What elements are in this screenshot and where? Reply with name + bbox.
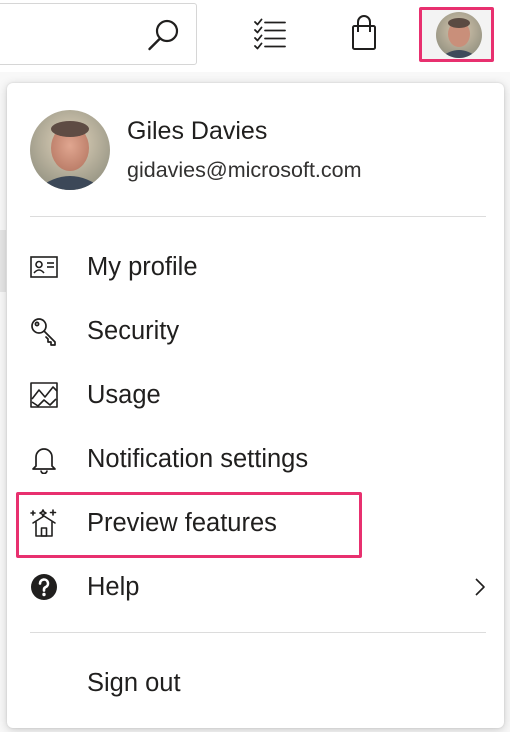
divider: [30, 632, 486, 633]
profile-email: gidavies@microsoft.com: [127, 158, 362, 182]
menu-item-label: Notification settings: [87, 445, 309, 473]
sign-out-button[interactable]: Sign out: [7, 651, 504, 715]
menu-item-notification-settings[interactable]: Notification settings: [7, 427, 504, 491]
background-panel-fragment: [0, 230, 6, 292]
menu-item-label: Usage: [87, 381, 161, 409]
profile-name: Giles Davies: [127, 117, 268, 145]
menu-item-security[interactable]: Security: [7, 299, 504, 363]
divider: [30, 216, 486, 217]
chevron-right-icon: [475, 578, 485, 596]
profile-header: Giles Davies gidavies@microsoft.com: [7, 83, 504, 216]
account-avatar-button[interactable]: [419, 7, 494, 62]
sign-out-label: Sign out: [87, 669, 181, 697]
preview-sparkle-icon: [30, 509, 57, 537]
menu-item-label: My profile: [87, 253, 198, 281]
menu-item-my-profile[interactable]: My profile: [7, 235, 504, 299]
profile-avatar: [30, 110, 110, 190]
menu-item-label: Help: [87, 573, 140, 601]
search-icon[interactable]: [146, 17, 182, 53]
account-menu: Giles Davies gidavies@microsoft.com My p…: [7, 83, 504, 728]
menu-item-label: Preview features: [87, 509, 277, 537]
menu-item-preview-features[interactable]: Preview features: [7, 491, 504, 555]
usage-chart-icon: [30, 382, 58, 408]
shopping-bag-icon[interactable]: [345, 14, 383, 52]
avatar: [436, 12, 482, 58]
search-input[interactable]: [0, 3, 197, 65]
menu-item-help[interactable]: Help: [7, 555, 504, 619]
top-bar: [0, 0, 510, 72]
menu-item-label: Security: [87, 317, 180, 345]
bell-icon: [32, 448, 56, 474]
key-icon: [31, 318, 56, 346]
menu-item-usage[interactable]: Usage: [7, 363, 504, 427]
help-circle-icon: [31, 574, 57, 600]
contact-card-icon: [30, 256, 58, 278]
checklist-icon[interactable]: [251, 14, 289, 52]
